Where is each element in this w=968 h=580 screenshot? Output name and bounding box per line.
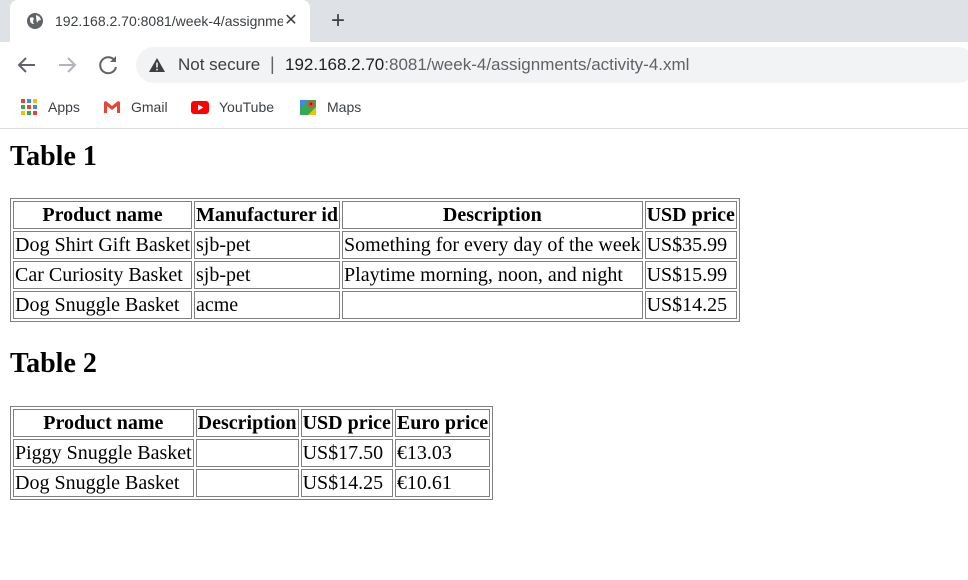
tab-title: 192.168.2.70:8081/week-4/assignments/act… bbox=[55, 13, 283, 29]
column-header: Product name bbox=[13, 201, 192, 229]
table-cell: sjb-pet bbox=[194, 261, 341, 289]
table-cell bbox=[342, 291, 643, 319]
table-cell: €10.61 bbox=[394, 469, 491, 497]
table-row: Car Curiosity Basket sjb-pet Playtime mo… bbox=[13, 261, 737, 289]
apps-grid-icon bbox=[21, 99, 37, 115]
column-header: Manufacturer id bbox=[194, 201, 341, 229]
bookmark-label: Apps bbox=[48, 99, 80, 115]
bookmarks-bar: Apps Gmail YouTube Maps bbox=[0, 88, 968, 129]
column-header: USD price bbox=[300, 409, 393, 437]
bookmark-apps[interactable]: Apps bbox=[20, 97, 90, 117]
table-cell: US$17.50 bbox=[300, 439, 393, 467]
toolbar: Not secure | 192.168.2.70:8081/week-4/as… bbox=[0, 42, 968, 88]
table-cell: US$14.25 bbox=[300, 469, 393, 497]
bookmark-label: YouTube bbox=[219, 99, 275, 115]
bookmark-label: Gmail bbox=[131, 99, 168, 115]
reload-icon[interactable] bbox=[95, 52, 121, 78]
bookmark-maps[interactable]: Maps bbox=[299, 97, 369, 117]
new-tab-button[interactable]: + bbox=[326, 9, 350, 34]
warning-icon[interactable] bbox=[148, 57, 166, 73]
forward-arrow-icon[interactable] bbox=[54, 52, 80, 78]
table-cell bbox=[195, 439, 299, 467]
divider: | bbox=[270, 54, 275, 74]
table-cell: Something for every day of the week bbox=[342, 231, 643, 259]
security-label[interactable]: Not secure bbox=[178, 55, 260, 75]
column-header: Euro price bbox=[394, 409, 491, 437]
gmail-icon bbox=[104, 101, 120, 113]
bookmark-label: Maps bbox=[327, 99, 362, 115]
table-cell: Playtime morning, noon, and night bbox=[342, 261, 643, 289]
table-cell: US$14.25 bbox=[644, 291, 737, 319]
table-cell: US$15.99 bbox=[644, 261, 737, 289]
table2-title: Table 2 bbox=[10, 348, 97, 379]
bookmark-youtube[interactable]: YouTube bbox=[191, 97, 286, 117]
table2-header-row: Product name Description USD price Euro … bbox=[13, 409, 491, 437]
table-cell: acme bbox=[194, 291, 341, 319]
table-row: Piggy Snuggle Basket US$17.50 €13.03 bbox=[13, 439, 491, 467]
maps-icon bbox=[300, 100, 316, 115]
table-row: Dog Shirt Gift Basket sjb-pet Something … bbox=[13, 231, 737, 259]
table-cell: Piggy Snuggle Basket bbox=[13, 439, 194, 467]
table1: Product name Manufacturer id Description… bbox=[10, 198, 740, 322]
browser-tab[interactable]: 192.168.2.70:8081/week-4/assignments/act… bbox=[10, 0, 310, 42]
table-cell: Dog Shirt Gift Basket bbox=[13, 231, 192, 259]
table-cell bbox=[195, 469, 299, 497]
table-cell: US$35.99 bbox=[644, 231, 737, 259]
column-header: Description bbox=[195, 409, 299, 437]
bookmark-gmail[interactable]: Gmail bbox=[103, 97, 178, 117]
close-tab-icon[interactable]: ✕ bbox=[281, 11, 301, 31]
table-cell: €13.03 bbox=[394, 439, 491, 467]
page-content: Table 1 Product name Manufacturer id Des… bbox=[0, 129, 968, 580]
column-header: Product name bbox=[13, 409, 194, 437]
table1-header-row: Product name Manufacturer id Description… bbox=[13, 201, 737, 229]
url-text[interactable]: 192.168.2.70:8081/week-4/assignments/act… bbox=[285, 55, 689, 75]
table-cell: Car Curiosity Basket bbox=[13, 261, 192, 289]
tab-strip: 192.168.2.70:8081/week-4/assignments/act… bbox=[0, 0, 968, 42]
table1-title: Table 1 bbox=[10, 141, 97, 172]
table-cell: sjb-pet bbox=[194, 231, 341, 259]
address-bar[interactable]: Not secure | 192.168.2.70:8081/week-4/as… bbox=[136, 47, 968, 83]
url-path: :8081/week-4/assignments/activity-4.xml bbox=[384, 55, 690, 74]
globe-icon bbox=[27, 13, 43, 29]
table-cell: Dog Snuggle Basket bbox=[13, 469, 194, 497]
table-cell: Dog Snuggle Basket bbox=[13, 291, 192, 319]
table-row: Dog Snuggle Basket acme US$14.25 bbox=[13, 291, 737, 319]
column-header: Description bbox=[342, 201, 643, 229]
youtube-icon bbox=[191, 101, 209, 114]
table2: Product name Description USD price Euro … bbox=[10, 406, 494, 500]
back-arrow-icon[interactable] bbox=[14, 52, 40, 78]
column-header: USD price bbox=[644, 201, 737, 229]
url-host: 192.168.2.70 bbox=[285, 55, 385, 74]
table-row: Dog Snuggle Basket US$14.25 €10.61 bbox=[13, 469, 491, 497]
